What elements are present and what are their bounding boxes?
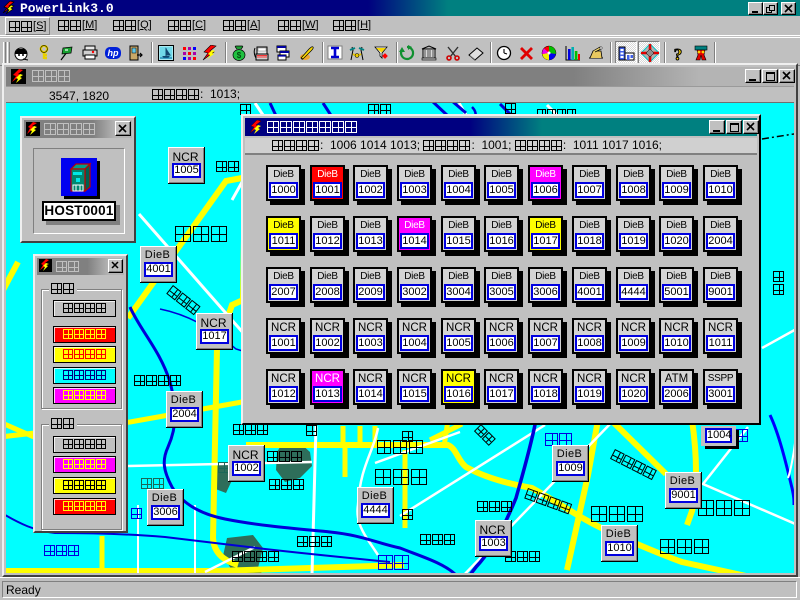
svg-text:hp: hp — [108, 48, 119, 58]
svg-text:?: ? — [674, 45, 683, 61]
svg-text:$: $ — [237, 51, 242, 60]
